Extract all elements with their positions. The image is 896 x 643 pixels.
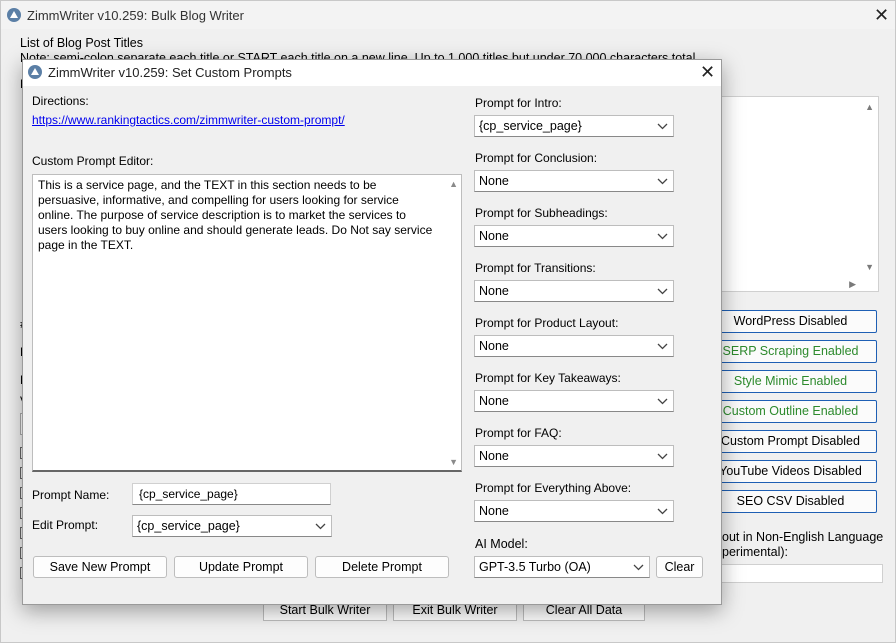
clear-ai-model-button[interactable]: Clear xyxy=(656,556,703,578)
prompt-intro-value: {cp_service_page} xyxy=(479,119,582,133)
scroll-down-icon[interactable]: ▼ xyxy=(449,457,458,467)
edit-prompt-label: Edit Prompt: xyxy=(32,518,99,532)
custom-prompt-editor[interactable]: This is a service page, and the TEXT in … xyxy=(32,174,462,472)
prompt-faq-label: Prompt for FAQ: xyxy=(475,426,562,440)
prompt-product-layout-label: Prompt for Product Layout: xyxy=(475,316,619,330)
zimmwriter-app-icon xyxy=(7,8,21,22)
chevron-down-icon xyxy=(657,116,668,136)
prompt-conclusion-dropdown[interactable]: None xyxy=(474,170,674,192)
prompt-key-takeaways-label: Prompt for Key Takeaways: xyxy=(475,371,621,385)
style-mimic-toggle-button[interactable]: Style Mimic Enabled xyxy=(704,370,877,393)
language-label-line2: perimental): xyxy=(722,545,788,559)
custom-prompt-toggle-button[interactable]: Custom Prompt Disabled xyxy=(704,430,877,453)
prompt-conclusion-value: None xyxy=(479,174,509,188)
chevron-down-icon xyxy=(657,501,668,521)
prompt-key-takeaways-value: None xyxy=(479,394,509,408)
save-new-prompt-button[interactable]: Save New Prompt xyxy=(33,556,167,578)
prompt-intro-dropdown[interactable]: {cp_service_page} xyxy=(474,115,674,137)
custom-prompt-text: This is a service page, and the TEXT in … xyxy=(38,178,433,252)
directions-link[interactable]: https://www.rankingtactics.com/zimmwrite… xyxy=(32,113,345,127)
blog-titles-textarea[interactable]: ▲ ▼ ▶ xyxy=(719,96,879,292)
blog-titles-label: List of Blog Post Titles xyxy=(20,36,143,50)
chevron-down-icon xyxy=(657,446,668,466)
prompt-conclusion-label: Prompt for Conclusion: xyxy=(475,151,598,165)
custom-outline-toggle-button[interactable]: Custom Outline Enabled xyxy=(704,400,877,423)
prompt-product-layout-value: None xyxy=(479,339,509,353)
chevron-down-icon xyxy=(657,226,668,246)
youtube-videos-toggle-button[interactable]: YouTube Videos Disabled xyxy=(704,460,877,483)
prompt-name-input[interactable]: {cp_service_page} xyxy=(132,483,331,505)
scroll-down-icon[interactable]: ▼ xyxy=(865,262,874,272)
ai-model-value: GPT-3.5 Turbo (OA) xyxy=(479,560,591,574)
prompt-transitions-value: None xyxy=(479,284,509,298)
main-window-title: ZimmWriter v10.259: Bulk Blog Writer xyxy=(27,8,244,23)
directions-label: Directions: xyxy=(32,94,89,108)
prompt-transitions-label: Prompt for Transitions: xyxy=(475,261,596,275)
prompt-product-layout-dropdown[interactable]: None xyxy=(474,335,674,357)
custom-prompt-editor-label: Custom Prompt Editor: xyxy=(32,154,154,168)
chevron-down-icon xyxy=(657,281,668,301)
chevron-down-icon xyxy=(633,557,644,577)
zimmwriter-app-icon xyxy=(28,65,42,79)
chevron-down-icon xyxy=(657,336,668,356)
prompt-faq-value: None xyxy=(479,449,509,463)
prompt-subheadings-dropdown[interactable]: None xyxy=(474,225,674,247)
edit-prompt-value: {cp_service_page} xyxy=(137,519,240,533)
set-custom-prompts-dialog: ZimmWriter v10.259: Set Custom Prompts ✕… xyxy=(22,59,722,605)
prompt-key-takeaways-dropdown[interactable]: None xyxy=(474,390,674,412)
serp-scraping-toggle-button[interactable]: SERP Scraping Enabled xyxy=(704,340,877,363)
prompt-transitions-dropdown[interactable]: None xyxy=(474,280,674,302)
prompt-subheadings-value: None xyxy=(479,229,509,243)
prompt-intro-label: Prompt for Intro: xyxy=(475,96,562,110)
seo-csv-toggle-button[interactable]: SEO CSV Disabled xyxy=(704,490,877,513)
chevron-down-icon xyxy=(657,391,668,411)
prompt-name-label: Prompt Name: xyxy=(32,488,110,502)
scroll-right-icon[interactable]: ▶ xyxy=(849,279,856,290)
main-close-icon[interactable]: ✕ xyxy=(874,6,889,24)
prompt-subheadings-label: Prompt for Subheadings: xyxy=(475,206,608,220)
delete-prompt-button[interactable]: Delete Prompt xyxy=(315,556,449,578)
update-prompt-button[interactable]: Update Prompt xyxy=(174,556,308,578)
chevron-down-icon xyxy=(657,171,668,191)
language-input[interactable] xyxy=(719,564,883,583)
edit-prompt-dropdown[interactable]: {cp_service_page} xyxy=(132,515,332,537)
prompt-everything-above-label: Prompt for Everything Above: xyxy=(475,481,632,495)
dialog-close-icon[interactable]: ✕ xyxy=(700,63,715,81)
prompt-faq-dropdown[interactable]: None xyxy=(474,445,674,467)
language-label-line1: out in Non-English Language xyxy=(722,530,884,544)
scroll-up-icon[interactable]: ▲ xyxy=(449,179,458,189)
ai-model-label: AI Model: xyxy=(475,537,528,551)
prompt-everything-above-dropdown[interactable]: None xyxy=(474,500,674,522)
prompt-everything-above-value: None xyxy=(479,504,509,518)
scroll-up-icon[interactable]: ▲ xyxy=(865,102,874,112)
dialog-title: ZimmWriter v10.259: Set Custom Prompts xyxy=(48,65,292,80)
main-titlebar: ZimmWriter v10.259: Bulk Blog Writer ✕ xyxy=(1,1,895,29)
wordpress-toggle-button[interactable]: WordPress Disabled xyxy=(704,310,877,333)
dialog-titlebar: ZimmWriter v10.259: Set Custom Prompts ✕ xyxy=(23,60,721,86)
ai-model-dropdown[interactable]: GPT-3.5 Turbo (OA) xyxy=(474,556,650,578)
chevron-down-icon xyxy=(315,516,326,536)
